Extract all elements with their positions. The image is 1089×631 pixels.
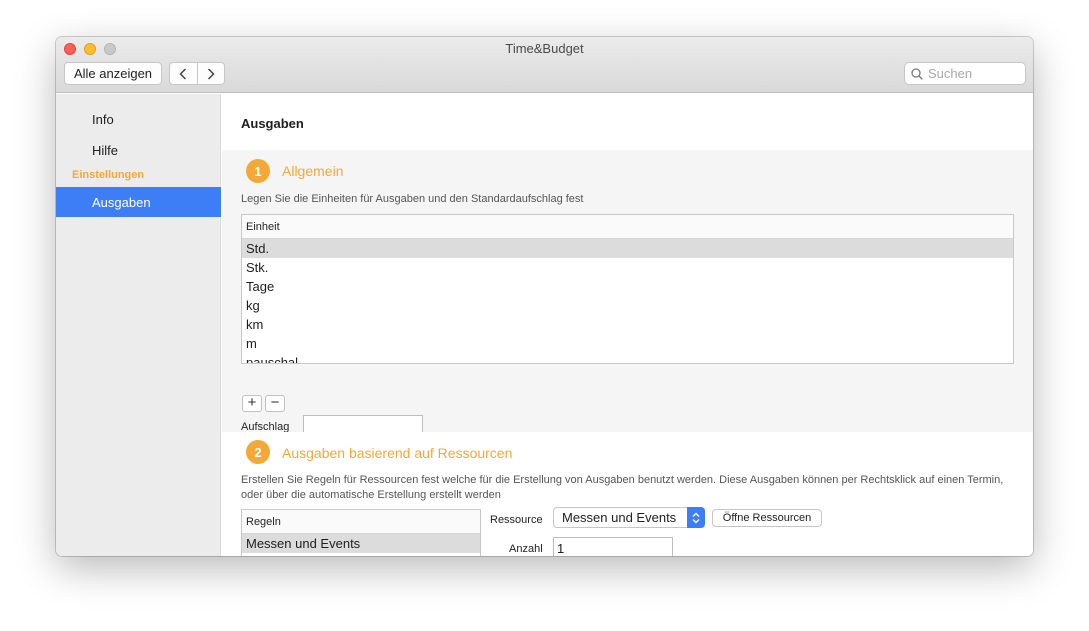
section-title: Ausgaben basierend auf Ressourcen — [282, 445, 513, 461]
table-row[interactable]: km — [242, 315, 1013, 334]
table-row[interactable]: Std. — [242, 239, 1013, 258]
table-row[interactable]: m — [242, 334, 1013, 353]
section-resource-expenses: 2 Ausgaben basierend auf Ressourcen Erst… — [222, 432, 1033, 556]
table-row[interactable]: kg — [242, 296, 1013, 315]
show-all-button[interactable]: Alle anzeigen — [64, 62, 162, 85]
window-title: Time&Budget — [505, 41, 584, 56]
section-title: Allgemein — [282, 163, 344, 179]
app-window: Time&Budget Alle anzeigen Info Hilfe Ein… — [56, 37, 1033, 556]
search-field[interactable] — [904, 62, 1026, 85]
chevron-up-down-icon — [687, 507, 705, 528]
table-row[interactable]: Stk. — [242, 258, 1013, 277]
forward-button[interactable] — [196, 63, 224, 84]
table-header-rules[interactable]: Regeln — [242, 510, 480, 534]
sidebar-item-info[interactable]: Info — [56, 107, 221, 131]
page-title: Ausgaben — [241, 116, 304, 131]
section-description: Erstellen Sie Regeln für Ressourcen fest… — [241, 474, 1004, 501]
sidebar-section-header: Einstellungen — [72, 169, 145, 181]
sidebar-item-label: Hilfe — [92, 142, 119, 158]
rules-table[interactable]: Regeln Messen und Events — [241, 509, 481, 556]
units-table[interactable]: Einheit Std. Stk. Tage kg km m pauschal — [241, 214, 1014, 364]
sidebar-item-label: Info — [92, 111, 114, 127]
resource-popup[interactable]: Messen und Events — [553, 507, 705, 528]
table-header-unit[interactable]: Einheit — [242, 215, 1013, 239]
section-description: Legen Sie die Einheiten für Ausgaben und… — [241, 193, 584, 205]
add-unit-button[interactable]: + — [242, 395, 262, 412]
sidebar: Info Hilfe Einstellungen Ausgaben — [56, 94, 221, 556]
title-bar: Time&Budget Alle anzeigen — [56, 37, 1033, 93]
table-row[interactable]: pauschal — [242, 353, 1013, 363]
section-number-badge: 2 — [246, 440, 270, 464]
search-icon — [911, 67, 923, 80]
sidebar-item-hilfe[interactable]: Hilfe — [56, 138, 221, 162]
main-content: Ausgaben 1 Allgemein Legen Sie die Einhe… — [222, 94, 1033, 556]
sidebar-item-ausgaben[interactable]: Ausgaben — [56, 187, 221, 217]
chevron-left-icon — [179, 67, 187, 80]
sidebar-item-label: Ausgaben — [92, 194, 151, 210]
back-button[interactable] — [170, 63, 197, 84]
section-general: 1 Allgemein Legen Sie die Einheiten für … — [222, 150, 1033, 437]
navigation-buttons — [169, 62, 225, 85]
open-resources-button[interactable]: Öffne Ressourcen — [712, 509, 822, 527]
search-input[interactable] — [928, 66, 1018, 81]
remove-unit-button[interactable]: − — [265, 395, 285, 412]
table-row[interactable]: Messen und Events — [242, 534, 480, 553]
chevron-right-icon — [207, 67, 215, 80]
section-number-badge: 1 — [246, 159, 270, 183]
count-label: Anzahl — [509, 543, 543, 555]
resource-popup-value: Messen und Events — [562, 510, 677, 525]
resource-label: Ressource — [490, 514, 543, 526]
count-input[interactable]: 1 — [553, 537, 673, 556]
table-row[interactable]: Tage — [242, 277, 1013, 296]
